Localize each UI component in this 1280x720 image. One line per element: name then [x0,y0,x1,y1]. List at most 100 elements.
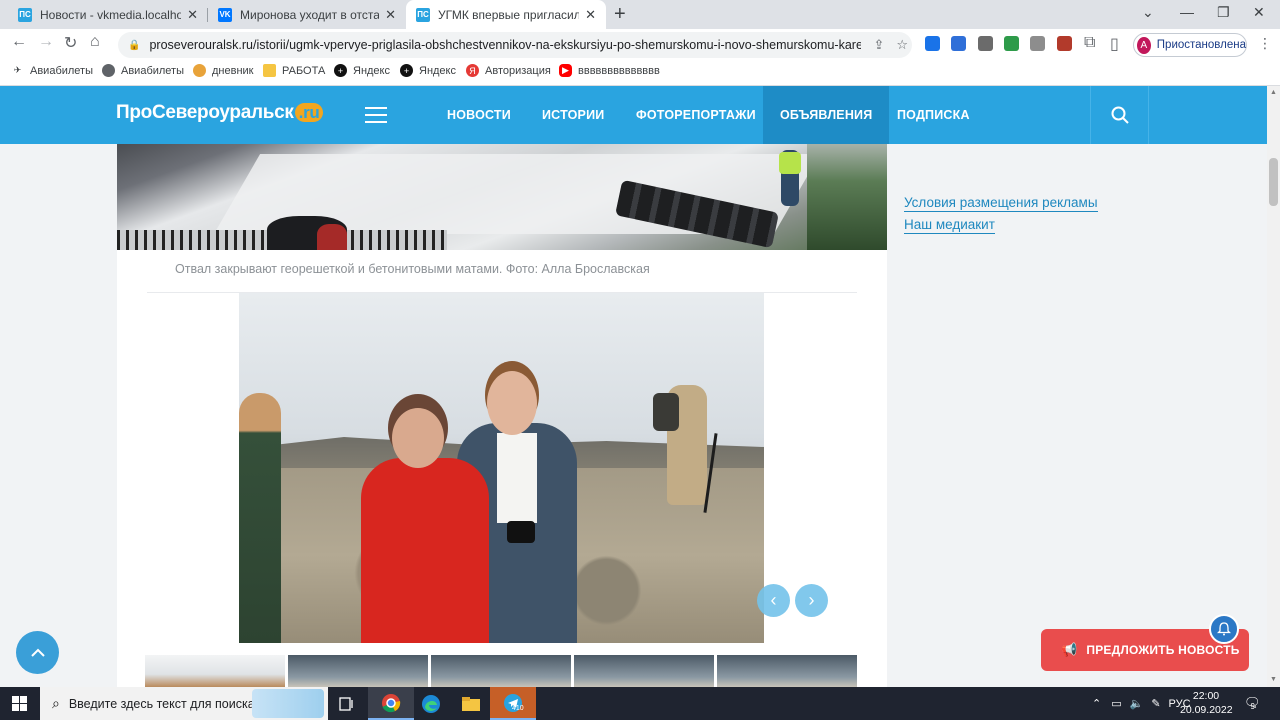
plane-icon: ✈ [13,65,22,75]
suggest-news-label: ПРЕДЛОЖИТЬ НОВОСТЬ [1086,643,1240,657]
close-tab-icon[interactable]: ✕ [385,7,396,23]
gallery-next-button[interactable]: › [795,584,828,617]
gallery-thumbnail[interactable] [145,655,285,687]
page-scrollbar[interactable]: ▲ ▼ [1267,86,1280,687]
notification-bell-button[interactable] [1209,614,1239,644]
megaphone-icon: 📢 [1061,642,1078,657]
search-highlight-image [252,689,324,718]
network-icon[interactable]: ▭ [1111,697,1121,710]
extension-color-icon[interactable] [1004,36,1019,51]
address-bar[interactable]: 🔒 proseverouralsk.ru/istorii/ugmk-vpervy… [118,32,912,58]
telegram-taskbar-icon[interactable]: 410 [490,687,536,720]
extension-help-icon[interactable] [978,36,993,51]
lock-icon: 🔒 [128,39,141,51]
browser-tab-strip: ПС Новости - vkmedia.localhost ✕ VK Миро… [0,0,1280,29]
minimize-icon[interactable]: — [1180,4,1194,20]
site-header: ПроСевероуральск .ru НОВОСТИ ИСТОРИИ ФОТО… [0,86,1267,144]
extension-archive-icon[interactable] [925,36,940,51]
windows-start-icon[interactable] [12,696,27,711]
plus-circle-icon: + [334,64,347,77]
tab-ugmk-active[interactable]: ПС УГМК впервые пригласила общ ✕ [406,0,606,29]
extension-image-icon[interactable] [1030,36,1045,51]
bookmark-label: вввввввввввввв [578,64,660,77]
photo-caption: Отвал закрывают георешеткой и бетонитовы… [175,262,650,276]
close-window-icon[interactable]: ✕ [1253,4,1265,21]
plus-circle-icon: + [400,64,413,77]
chevron-up-tray-icon[interactable]: ⌃ [1092,697,1101,710]
media-kit-link[interactable]: Наш медиакит [904,216,995,234]
profile-button[interactable]: A Приостановлена [1133,33,1247,57]
file-explorer-icon[interactable] [448,687,494,720]
hamburger-menu-icon[interactable] [365,107,387,128]
scrollbar-thumb[interactable] [1269,158,1278,206]
share-icon[interactable]: ⇪ [873,37,884,53]
bookmark-label: Яндекс [419,64,456,77]
bookmark-star-icon[interactable]: ☆ [896,37,908,53]
search-icon: ⌕ [52,695,60,711]
extension-shield-icon[interactable] [951,36,966,51]
nav-news[interactable]: НОВОСТИ [447,86,511,144]
gallery-thumbnail[interactable] [431,655,571,687]
bookmark-item[interactable]: РАБОТА [263,64,325,77]
bookmark-item[interactable]: Я Авторизация [466,64,551,77]
bookmark-item[interactable]: дневник [193,64,254,77]
gallery-main-photo[interactable] [239,293,764,643]
gallery-prev-button[interactable]: ‹ [757,584,790,617]
clock-date: 20.09.2022 [1180,704,1233,716]
gallery-thumbnail[interactable] [288,655,428,687]
chevron-right-icon: › [808,590,815,610]
scroll-to-top-button[interactable] [16,631,59,674]
gallery-thumbnail[interactable] [574,655,714,687]
nav-ads[interactable]: ОБЪЯВЛЕНИЯ [763,86,890,144]
pen-icon[interactable]: ✎ [1151,697,1160,710]
logo-text: ПроСевероуральск [116,102,294,123]
bookmark-item[interactable]: + Яндекс [334,64,390,77]
bookmark-item[interactable]: + Яндекс [400,64,456,77]
gallery-thumbnail[interactable] [717,655,857,687]
notification-count: 9 [1250,702,1255,711]
close-tab-icon[interactable]: ✕ [187,7,198,23]
telegram-badge: 410 [512,705,524,712]
browser-toolbar: ← → ↻ ⌂ 🔒 proseverouralsk.ru/istorii/ugm… [0,29,1280,59]
extension-record-icon[interactable] [1057,36,1072,51]
taskbar-clock[interactable]: 22:00 20.09.2022 [1180,689,1233,717]
vk-favicon-icon: VK [218,7,232,22]
task-view-icon[interactable] [324,687,370,720]
site-search-button[interactable] [1090,86,1149,144]
ad-terms-link[interactable]: Условия размещения рекламы [904,194,1098,212]
volume-icon[interactable]: 🔈 [1130,697,1144,710]
bookmark-item[interactable]: Авиабилеты [102,64,184,77]
tab-news-localhost[interactable]: ПС Новости - vkmedia.localhost ✕ [8,0,208,29]
tab-title: Новости - vkmedia.localhost [40,7,182,22]
bookmark-label: Авиабилеты [30,64,94,77]
puzzle-extensions-icon[interactable]: ⧉ [1084,34,1095,52]
tab-title: Миронова уходит в отставку Се [240,7,380,22]
home-icon[interactable]: ⌂ [90,33,100,51]
scroll-down-arrow-icon[interactable]: ▼ [1270,676,1277,683]
tab-mironova[interactable]: VK Миронова уходит в отставку Се ✕ [208,0,406,29]
nav-stories[interactable]: ИСТОРИИ [542,86,604,144]
logo-suffix: .ru [294,103,324,122]
maximize-icon[interactable]: ❐ [1217,4,1230,21]
scroll-up-arrow-icon[interactable]: ▲ [1270,89,1277,96]
bell-icon [1217,622,1231,636]
nav-subscription[interactable]: ПОДПИСКА [897,86,970,144]
new-tab-icon[interactable]: + [614,3,626,26]
diary-icon [193,64,206,77]
side-panel-icon[interactable]: ▯ [1110,34,1119,54]
bookmark-item[interactable]: ✈ Авиабилеты [11,64,93,77]
article-photo-dump-mats [117,144,887,250]
nav-photo-reports[interactable]: ФОТОРЕПОРТАЖИ [636,86,756,144]
menu-kebab-icon[interactable]: ⋮ [1258,35,1272,52]
reload-icon[interactable]: ↻ [64,33,77,53]
site-logo[interactable]: ПроСевероуральск .ru [116,102,324,124]
taskbar-search-box[interactable]: ⌕ Введите здесь текст для поиска [40,687,328,720]
forward-arrow-icon[interactable]: → [38,33,54,51]
bookmark-item[interactable]: ▶ вввввввввввввв [559,64,660,77]
back-arrow-icon[interactable]: ← [11,33,27,51]
system-tray: ⌃ ▭ 🔈 ✎ РУС [1092,687,1191,720]
tab-search-chevron-icon[interactable]: ⌄ [1142,4,1154,21]
notifications-icon[interactable]: 🗨9 [1244,695,1265,711]
chevron-up-icon [30,648,45,657]
close-tab-icon[interactable]: ✕ [585,7,596,23]
